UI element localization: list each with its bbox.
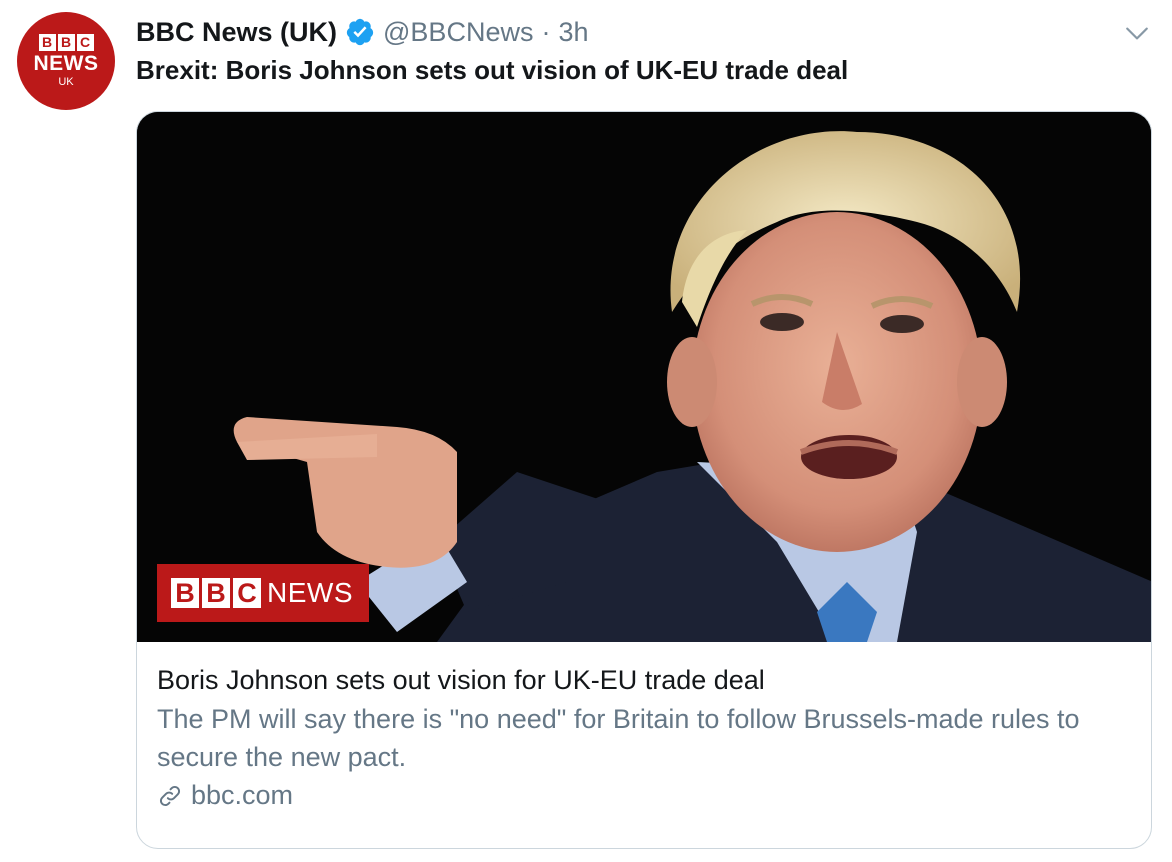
article-photo [137, 112, 1151, 642]
avatar-block-c: C [76, 33, 94, 51]
tweet-header: BBC News (UK) @BBCNews · 3h [136, 14, 589, 50]
card-image[interactable]: B B C NEWS [137, 112, 1151, 642]
card-domain-text: bbc.com [191, 780, 294, 810]
separator-dot: · [541, 16, 551, 47]
avatar-news-text: NEWS [33, 51, 99, 75]
avatar[interactable]: B B C NEWS UK [17, 12, 115, 110]
author-handle[interactable]: @BBCNews [383, 17, 533, 48]
avatar-block-b1: B [38, 33, 56, 51]
badge-bbc-blocks: B B C [171, 578, 261, 608]
badge-news-text: NEWS [267, 577, 353, 608]
link-card[interactable]: B B C NEWS Boris Johnson sets out vision… [136, 111, 1152, 849]
verified-badge-icon [346, 18, 374, 46]
bbc-news-watermark: B B C NEWS [157, 564, 369, 622]
author-name[interactable]: BBC News (UK) [136, 17, 337, 48]
tweet-text: Brexit: Boris Johnson sets out vision of… [136, 55, 849, 85]
chevron-down-icon[interactable] [1124, 20, 1150, 46]
badge-block-b2: B [202, 578, 230, 608]
card-body: Boris Johnson sets out vision for UK-EU … [137, 642, 1151, 811]
avatar-bbc-blocks: B B C [38, 33, 94, 51]
avatar-block-b2: B [57, 33, 75, 51]
badge-block-c: C [233, 578, 261, 608]
card-domain: bbc.com [157, 780, 1131, 811]
badge-block-b1: B [171, 578, 199, 608]
link-icon [159, 785, 181, 806]
card-description: The PM will say there is "no need" for B… [157, 704, 1080, 772]
tweet-timestamp[interactable]: 3h [558, 17, 588, 48]
avatar-region-text: UK [58, 75, 74, 88]
card-title: Boris Johnson sets out vision for UK-EU … [157, 665, 765, 695]
